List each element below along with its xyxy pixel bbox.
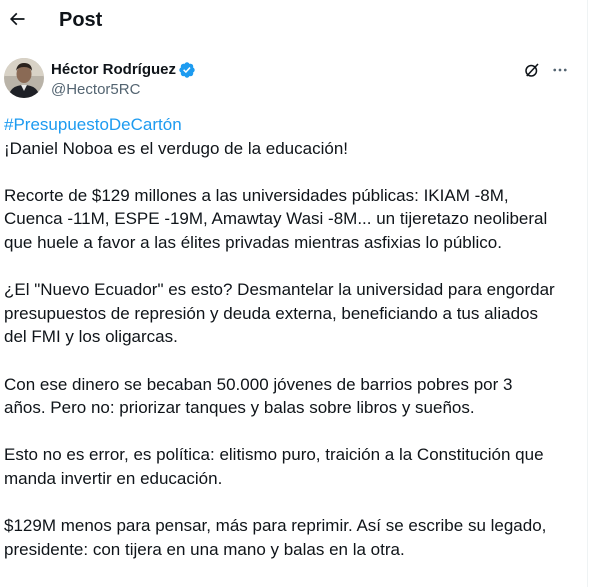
tweet-line: presupuestos de represión y deuda extern… [4,303,538,323]
grok-icon [525,63,539,77]
hashtag-link[interactable]: #PresupuestoDeCartón [4,113,584,137]
page-title: Post [59,9,103,31]
author-name[interactable]: Héctor Rodríguez [51,60,176,80]
tweet-line: años. Pero no: priorizar tanques y balas… [4,398,475,418]
arrow-left-icon [9,12,25,26]
more-horizontal-icon [553,68,567,72]
avatar-image [4,58,44,98]
avatar[interactable] [4,58,44,98]
author-handle[interactable]: @Hector5RC [51,80,140,99]
tweet-line: Recorte de $129 millones a las universid… [4,185,509,205]
back-button[interactable] [4,6,30,32]
tweet-line: ¡Daniel Noboa es el verdugo de la educac… [4,138,349,158]
grok-button[interactable] [521,59,543,81]
post-header: Post [0,0,588,42]
tweet-line: $129M menos para pensar, más para reprim… [4,516,547,536]
post-view: Post Héctor Rodríguez @Hector5RC #Presup… [0,0,588,587]
tweet-line: manda invertir en educación. [4,468,223,488]
tweet-line: Con ese dinero se becaban 50.000 jóvenes… [4,374,513,394]
tweet-line: Cuenca -11M, ESPE -19M, Amawtay Wasi -8M… [4,209,548,229]
tweet-text: #PresupuestoDeCartón ¡Daniel Noboa es el… [4,113,584,561]
more-options-button[interactable] [549,59,571,81]
tweet-line: del FMI y los oligarcas. [4,327,178,347]
tweet-line: que huele a favor a las élites privadas … [4,232,502,252]
verified-badge-icon [179,62,195,78]
tweet-line: ¿El "Nuevo Ecuador" es esto? Desmantelar… [4,280,555,300]
tweet-line: presidente: con tijera en una mano y bal… [4,539,405,559]
tweet-line: Esto no es error, es política: elitismo … [4,445,544,465]
